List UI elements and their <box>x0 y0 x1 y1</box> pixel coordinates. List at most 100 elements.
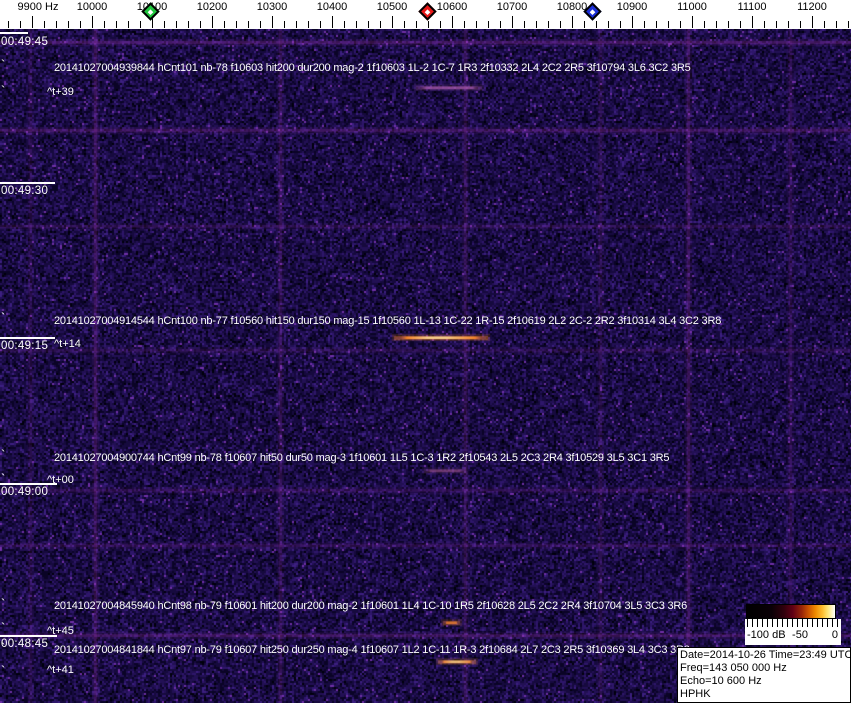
freq-minor-tick <box>104 21 105 28</box>
scale-tick <box>797 619 798 627</box>
freq-tick-label: 10900 <box>617 1 648 13</box>
freq-minor-tick <box>656 21 657 28</box>
freq-minor-tick <box>704 21 705 28</box>
freq-tick-label: 11000 <box>677 1 707 13</box>
freq-minor-tick <box>236 21 237 28</box>
freq-major-tick <box>632 16 633 28</box>
freq-tick-label: 11200 <box>797 1 827 13</box>
freq-minor-tick <box>344 21 345 28</box>
freq-minor-tick <box>524 21 525 28</box>
info-date-time: Date=2014-10-26 Time=23:49 UTC <box>680 649 848 662</box>
scale-max-label: 0 <box>832 629 838 641</box>
scale-tick <box>822 619 823 627</box>
freq-minor-tick <box>44 21 45 28</box>
intensity-scale-labels: -100 dB -50 0 <box>745 629 841 644</box>
freq-minor-tick <box>20 21 21 28</box>
scale-tick <box>767 619 768 627</box>
freq-minor-tick <box>164 21 165 28</box>
scale-tick <box>762 619 763 627</box>
freq-minor-tick <box>620 21 621 28</box>
freq-minor-tick <box>356 21 357 28</box>
scale-tick <box>807 619 808 627</box>
scale-tick <box>787 619 788 627</box>
scale-tick <box>827 619 828 627</box>
freq-minor-tick <box>476 21 477 28</box>
freq-minor-tick <box>416 21 417 28</box>
scale-mid-label: -50 <box>792 629 808 641</box>
freq-minor-tick <box>800 21 801 28</box>
freq-minor-tick <box>8 21 9 28</box>
freq-tick-label: 10500 <box>377 1 408 13</box>
freq-minor-tick <box>716 21 717 28</box>
freq-minor-tick <box>404 21 405 28</box>
freq-tick-label: 10000 <box>77 1 108 13</box>
freq-major-tick <box>32 16 33 28</box>
freq-minor-tick <box>488 21 489 28</box>
freq-minor-tick <box>596 21 597 28</box>
freq-minor-tick <box>848 21 849 28</box>
freq-minor-tick <box>764 21 765 28</box>
marker-center-dot <box>425 9 431 15</box>
freq-minor-tick <box>224 21 225 28</box>
freq-tick-label: 10700 <box>497 1 528 13</box>
info-echo-frequency: Echo=10 600 Hz <box>680 675 848 688</box>
freq-minor-tick <box>464 21 465 28</box>
freq-major-tick <box>212 16 213 28</box>
freq-major-tick <box>752 16 753 28</box>
freq-minor-tick <box>500 21 501 28</box>
scale-tick <box>757 619 758 627</box>
scale-tick <box>832 619 833 627</box>
freq-minor-tick <box>440 21 441 28</box>
scale-tick <box>812 619 813 627</box>
freq-minor-tick <box>608 21 609 28</box>
scale-tick <box>817 619 818 627</box>
info-station-id: HPHK <box>680 688 848 701</box>
freq-minor-tick <box>368 21 369 28</box>
freq-minor-tick <box>548 21 549 28</box>
scale-tick <box>752 619 753 627</box>
freq-tick-label: 10300 <box>257 1 288 13</box>
meteor-echo-monitor-window: 9900 Hz100001010010200103001040010500106… <box>0 0 851 703</box>
freq-major-tick <box>812 16 813 28</box>
freq-minor-tick <box>296 21 297 28</box>
freq-minor-tick <box>80 21 81 28</box>
freq-minor-tick <box>824 21 825 28</box>
freq-minor-tick <box>788 21 789 28</box>
freq-minor-tick <box>428 21 429 28</box>
freq-minor-tick <box>668 21 669 28</box>
scale-tick <box>782 619 783 627</box>
status-info-box: Date=2014-10-26 Time=23:49 UTC Freq=143 … <box>677 647 851 703</box>
marker-center-dot <box>148 9 154 15</box>
scale-tick <box>777 619 778 627</box>
scale-tick <box>772 619 773 627</box>
freq-major-tick <box>332 16 333 28</box>
freq-minor-tick <box>140 21 141 28</box>
freq-major-tick <box>512 16 513 28</box>
freq-minor-tick <box>584 21 585 28</box>
freq-major-tick <box>692 16 693 28</box>
frequency-ruler: 9900 Hz100001010010200103001040010500106… <box>0 0 851 29</box>
spectrogram-canvas <box>0 29 851 703</box>
freq-minor-tick <box>728 21 729 28</box>
freq-minor-tick <box>380 21 381 28</box>
freq-minor-tick <box>116 21 117 28</box>
freq-minor-tick <box>320 21 321 28</box>
freq-minor-tick <box>776 21 777 28</box>
red-diamond-marker[interactable] <box>418 2 436 20</box>
scale-min-label: -100 dB <box>747 629 786 641</box>
info-frequency: Freq=143 050 000 Hz <box>680 662 848 675</box>
freq-minor-tick <box>740 21 741 28</box>
scale-tick <box>747 619 748 627</box>
freq-minor-tick <box>176 21 177 28</box>
freq-major-tick <box>92 16 93 28</box>
freq-minor-tick <box>560 21 561 28</box>
freq-major-tick <box>392 16 393 28</box>
freq-tick-label: 10600 <box>437 1 468 13</box>
freq-tick-label: 11100 <box>738 1 767 13</box>
freq-major-tick <box>452 16 453 28</box>
marker-center-dot <box>590 9 596 15</box>
freq-minor-tick <box>284 21 285 28</box>
freq-major-tick <box>272 16 273 28</box>
freq-tick-label: 9900 Hz <box>18 1 59 13</box>
freq-major-tick <box>572 16 573 28</box>
